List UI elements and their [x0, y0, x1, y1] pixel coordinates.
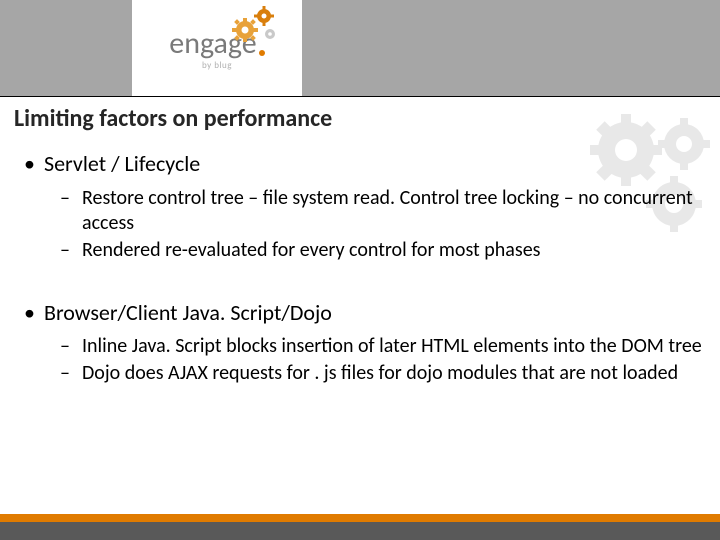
subbullet-text: Restore control tree – file system read.…: [82, 186, 706, 236]
bullet-dot-icon: •: [24, 299, 44, 327]
logo-dot-icon: [259, 50, 265, 56]
content-area: • Servlet / Lifecycle – Restore control …: [14, 144, 706, 388]
slide-title: Limiting factors on performance: [14, 104, 332, 133]
subbullet: – Restore control tree – file system rea…: [60, 186, 706, 236]
footer-accent: [0, 514, 720, 522]
bullet-dot-icon: •: [24, 150, 44, 178]
logo: engage by blug: [132, 0, 302, 96]
header-bar: engage by blug: [0, 0, 720, 96]
dash-icon: –: [60, 186, 82, 236]
subbullet: – Inline Java. Script blocks insertion o…: [60, 334, 706, 359]
dash-icon: –: [60, 334, 82, 359]
subbullet: – Rendered re-evaluated for every contro…: [60, 238, 706, 263]
divider: [0, 96, 720, 97]
subbullet: – Dojo does AJAX requests for . js files…: [60, 361, 706, 386]
bullet-text: Browser/Client Java. Script/Dojo: [44, 299, 706, 327]
footer-bar: [0, 522, 720, 540]
dash-icon: –: [60, 238, 82, 263]
header-grey-left: [0, 0, 132, 96]
bullet-1: • Servlet / Lifecycle: [24, 150, 706, 178]
header-grey-right: [302, 0, 720, 96]
subbullet-text: Dojo does AJAX requests for . js files f…: [82, 361, 706, 386]
bullet-text: Servlet / Lifecycle: [44, 150, 706, 178]
bullet-2: • Browser/Client Java. Script/Dojo: [24, 299, 706, 327]
logo-byline: by blug: [202, 60, 232, 71]
dash-icon: –: [60, 361, 82, 386]
gears-icon: [230, 4, 280, 44]
subbullet-text: Rendered re-evaluated for every control …: [82, 238, 706, 263]
subbullet-text: Inline Java. Script blocks insertion of …: [82, 334, 706, 359]
